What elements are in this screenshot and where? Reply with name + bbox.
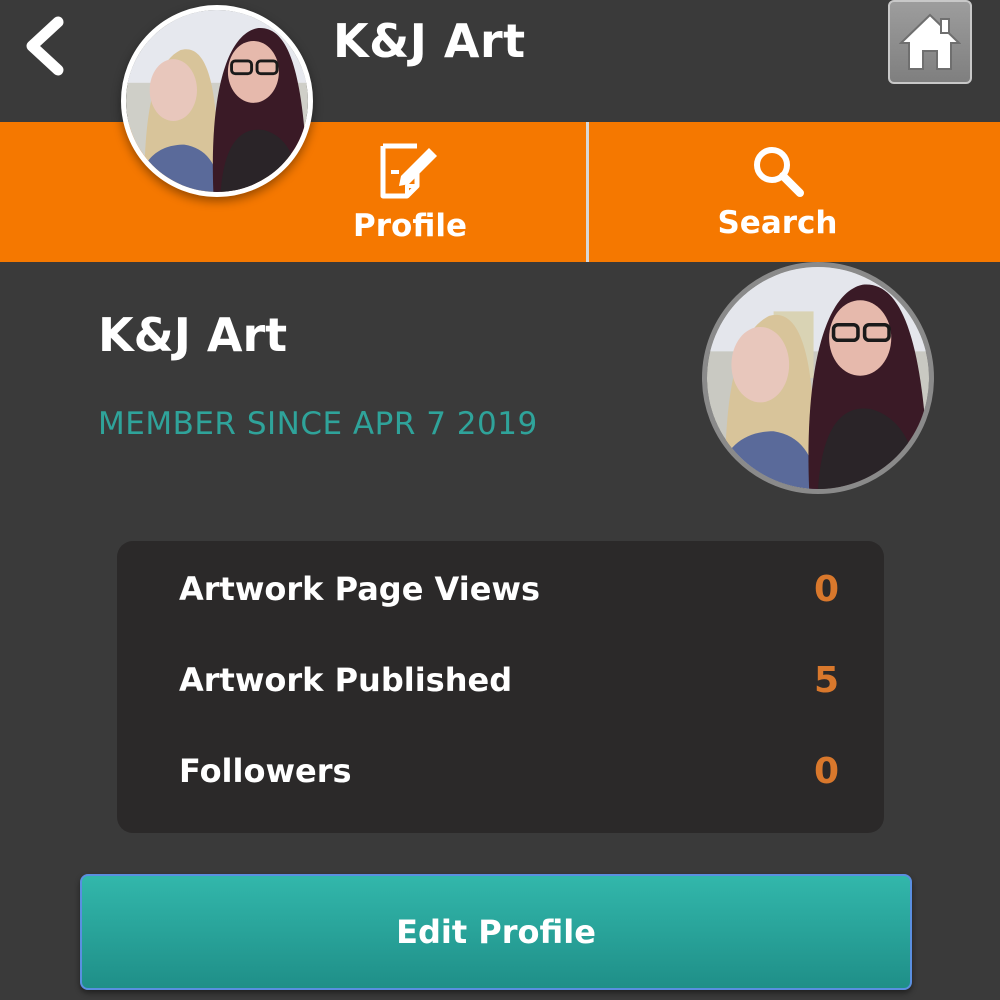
- tab-search[interactable]: Search: [690, 122, 865, 262]
- stat-label: Artwork Published: [179, 661, 513, 699]
- header-avatar[interactable]: [121, 5, 313, 197]
- search-icon: [753, 147, 804, 197]
- back-button[interactable]: [10, 6, 80, 86]
- stat-value: 0: [813, 568, 839, 610]
- app-title: K&J Art: [333, 14, 526, 68]
- stat-label: Followers: [179, 752, 352, 790]
- profile-name: K&J Art: [98, 308, 288, 362]
- chevron-left-icon: [26, 16, 64, 76]
- tab-search-label: Search: [717, 205, 838, 241]
- stats-card: Artwork Page Views 0 Artwork Published 5…: [117, 541, 884, 833]
- stat-row-followers: Followers 0: [179, 746, 839, 796]
- stat-value: 5: [813, 659, 839, 701]
- member-since: MEMBER SINCE APR 7 2019: [98, 406, 538, 442]
- stat-label: Artwork Page Views: [179, 570, 541, 608]
- tab-profile-label: Profile: [353, 208, 467, 244]
- stat-value: 0: [813, 750, 839, 792]
- tab-profile[interactable]: Profile: [330, 122, 490, 262]
- home-button[interactable]: [888, 0, 972, 84]
- nav-divider: [586, 122, 589, 262]
- edit-note-icon: [380, 143, 437, 199]
- home-icon: [899, 13, 961, 70]
- stat-row-published: Artwork Published 5: [179, 655, 839, 705]
- profile-screen: K&J Art Profile Search K&J Art MEMBER SI…: [0, 0, 1000, 1000]
- edit-profile-button[interactable]: Edit Profile: [80, 874, 912, 990]
- profile-avatar[interactable]: [702, 262, 934, 494]
- stat-row-page-views: Artwork Page Views 0: [179, 564, 839, 614]
